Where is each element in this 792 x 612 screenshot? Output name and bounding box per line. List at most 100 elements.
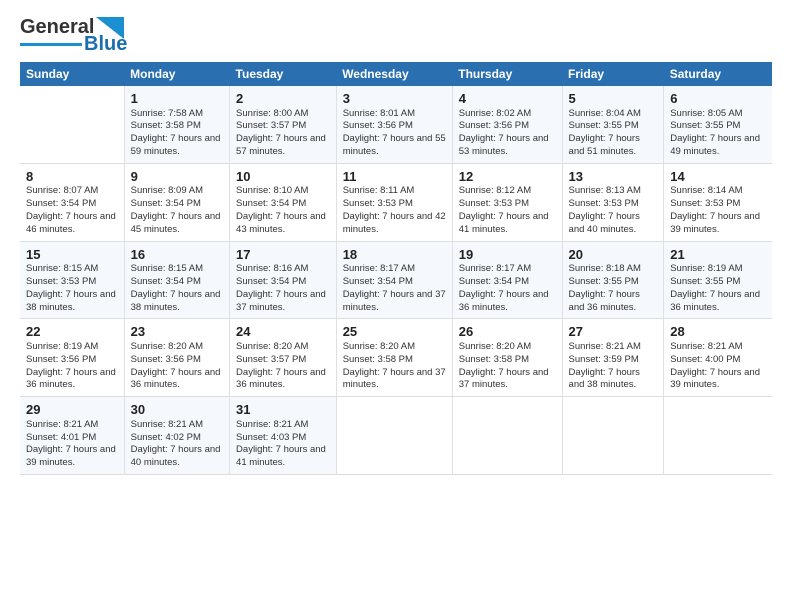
table-row: 19Sunrise: 8:17 AMSunset: 3:54 PMDayligh… [452, 241, 562, 319]
sunrise: Sunrise: 8:18 AM [569, 263, 641, 274]
daylight: Daylight: 7 hours and 36 minutes. [459, 289, 549, 313]
sunset: Sunset: 3:53 PM [26, 276, 96, 287]
col-header-wednesday: Wednesday [336, 62, 452, 86]
daylight: Daylight: 7 hours and 38 minutes. [131, 289, 221, 313]
daylight: Daylight: 7 hours and 40 minutes. [131, 444, 221, 468]
week-row-3: 22Sunrise: 8:19 AMSunset: 3:56 PMDayligh… [20, 319, 772, 397]
table-row: 18Sunrise: 8:17 AMSunset: 3:54 PMDayligh… [336, 241, 452, 319]
sunset: Sunset: 3:55 PM [670, 120, 740, 131]
day-number: 18 [343, 246, 446, 264]
sunrise: Sunrise: 8:01 AM [343, 108, 415, 119]
sunrise: Sunrise: 8:16 AM [236, 263, 308, 274]
table-row: 25Sunrise: 8:20 AMSunset: 3:58 PMDayligh… [336, 319, 452, 397]
sunset: Sunset: 3:55 PM [670, 276, 740, 287]
table-row: 15Sunrise: 8:15 AMSunset: 3:53 PMDayligh… [20, 241, 124, 319]
table-row [452, 397, 562, 475]
sunrise: Sunrise: 8:02 AM [459, 108, 531, 119]
table-row: 13Sunrise: 8:13 AMSunset: 3:53 PMDayligh… [562, 163, 664, 241]
logo: General Blue [20, 16, 127, 56]
table-row: 8Sunrise: 8:07 AMSunset: 3:54 PMDaylight… [20, 163, 124, 241]
table-row: 5Sunrise: 8:04 AMSunset: 3:55 PMDaylight… [562, 86, 664, 163]
day-number: 8 [26, 168, 118, 186]
sunset: Sunset: 3:54 PM [343, 276, 413, 287]
daylight: Daylight: 7 hours and 45 minutes. [131, 211, 221, 235]
daylight: Daylight: 7 hours and 36 minutes. [670, 289, 760, 313]
daylight: Daylight: 7 hours and 37 minutes. [459, 367, 549, 391]
day-number: 27 [569, 323, 658, 341]
calendar-table: SundayMondayTuesdayWednesdayThursdayFrid… [20, 62, 772, 475]
day-number: 21 [670, 246, 766, 264]
sunset: Sunset: 4:01 PM [26, 432, 96, 443]
sunrise: Sunrise: 8:21 AM [26, 419, 98, 430]
table-row: 14Sunrise: 8:14 AMSunset: 3:53 PMDayligh… [664, 163, 772, 241]
sunrise: Sunrise: 8:20 AM [236, 341, 308, 352]
sunrise: Sunrise: 7:58 AM [131, 108, 203, 119]
col-header-monday: Monday [124, 62, 229, 86]
sunset: Sunset: 3:54 PM [236, 276, 306, 287]
week-row-1: 8Sunrise: 8:07 AM Sunset: 3:54 PM Daylight… [20, 163, 772, 241]
sunrise: Sunrise: 8:09 AM [131, 185, 203, 196]
sunset: Sunset: 3:58 PM [343, 354, 413, 365]
daylight: Daylight: 7 hours and 55 minutes. [343, 133, 446, 157]
table-row: 4Sunrise: 8:02 AMSunset: 3:56 PMDaylight… [452, 86, 562, 163]
sunrise: Sunrise: 8:15 AM [131, 263, 203, 274]
sunrise: Sunrise: 8:19 AM [670, 263, 742, 274]
day-number: 19 [459, 246, 556, 264]
sunset: Sunset: 3:56 PM [459, 120, 529, 131]
sunrise: Sunrise: 8:21 AM [670, 341, 742, 352]
daylight: Daylight: 7 hours and 59 minutes. [131, 133, 221, 157]
day-number: 13 [569, 168, 658, 186]
col-header-thursday: Thursday [452, 62, 562, 86]
table-row: 23Sunrise: 8:20 AMSunset: 3:56 PMDayligh… [124, 319, 229, 397]
sunrise: Sunrise: 8:21 AM [569, 341, 641, 352]
table-row: 27Sunrise: 8:21 AMSunset: 3:59 PMDayligh… [562, 319, 664, 397]
table-row [664, 397, 772, 475]
sunset: Sunset: 3:58 PM [459, 354, 529, 365]
day-number: 2 [236, 90, 330, 108]
table-row: 6Sunrise: 8:05 AMSunset: 3:55 PMDaylight… [664, 86, 772, 163]
daylight: Daylight: 7 hours and 36 minutes. [131, 367, 221, 391]
col-header-sunday: Sunday [20, 62, 124, 86]
day-number: 11 [343, 168, 446, 186]
day-number: 6 [670, 90, 766, 108]
day-number: 30 [131, 401, 223, 419]
col-header-saturday: Saturday [664, 62, 772, 86]
sunrise: Sunrise: 8:00 AM [236, 108, 308, 119]
daylight: Daylight: 7 hours and 36 minutes. [236, 367, 326, 391]
daylight: Daylight: 7 hours and 46 minutes. [26, 211, 116, 235]
week-row-0: 1Sunrise: 7:58 AMSunset: 3:58 PMDaylight… [20, 86, 772, 163]
daylight: Daylight: 7 hours and 37 minutes. [343, 289, 446, 313]
table-row: 17Sunrise: 8:16 AMSunset: 3:54 PMDayligh… [230, 241, 337, 319]
table-row: 10Sunrise: 8:10 AMSunset: 3:54 PMDayligh… [230, 163, 337, 241]
week-row-4: 29Sunrise: 8:21 AMSunset: 4:01 PMDayligh… [20, 397, 772, 475]
week-row-2: 15Sunrise: 8:15 AMSunset: 3:53 PMDayligh… [20, 241, 772, 319]
sunrise: Sunrise: 8:12 AM [459, 185, 531, 196]
daylight: Daylight: 7 hours and 39 minutes. [670, 367, 760, 391]
sunset: Sunset: 3:56 PM [131, 354, 201, 365]
sunrise: Sunrise: 8:21 AM [131, 419, 203, 430]
table-row: 26Sunrise: 8:20 AMSunset: 3:58 PMDayligh… [452, 319, 562, 397]
sunrise: Sunrise: 8:15 AM [26, 263, 98, 274]
sunset: Sunset: 3:54 PM [131, 276, 201, 287]
sunset: Sunset: 3:54 PM [236, 198, 306, 209]
sunrise: Sunrise: 8:04 AM [569, 108, 641, 119]
day-number: 24 [236, 323, 330, 341]
day-number: 31 [236, 401, 330, 419]
sunset: Sunset: 3:53 PM [343, 198, 413, 209]
sunrise: Sunrise: 8:10 AM [236, 185, 308, 196]
sunset: Sunset: 3:57 PM [236, 120, 306, 131]
sunrise: Sunrise: 8:07 AM [26, 185, 98, 196]
table-row [562, 397, 664, 475]
sunset: Sunset: 3:53 PM [569, 198, 639, 209]
sunrise: Sunrise: 8:11 AM [343, 185, 415, 196]
daylight: Daylight: 7 hours and 37 minutes. [236, 289, 326, 313]
daylight: Daylight: 7 hours and 39 minutes. [670, 211, 760, 235]
daylight: Daylight: 7 hours and 49 minutes. [670, 133, 760, 157]
table-row: 21Sunrise: 8:19 AM Sunset: 3:55 PM Dayligh… [664, 241, 772, 319]
daylight: Daylight: 7 hours and 43 minutes. [236, 211, 326, 235]
sunset: Sunset: 3:55 PM [569, 120, 639, 131]
day-number: 3 [343, 90, 446, 108]
day-number: 29 [26, 401, 118, 419]
day-number: 5 [569, 90, 658, 108]
page: General Blue SundayMondayTuesdayWednesda… [0, 0, 792, 485]
